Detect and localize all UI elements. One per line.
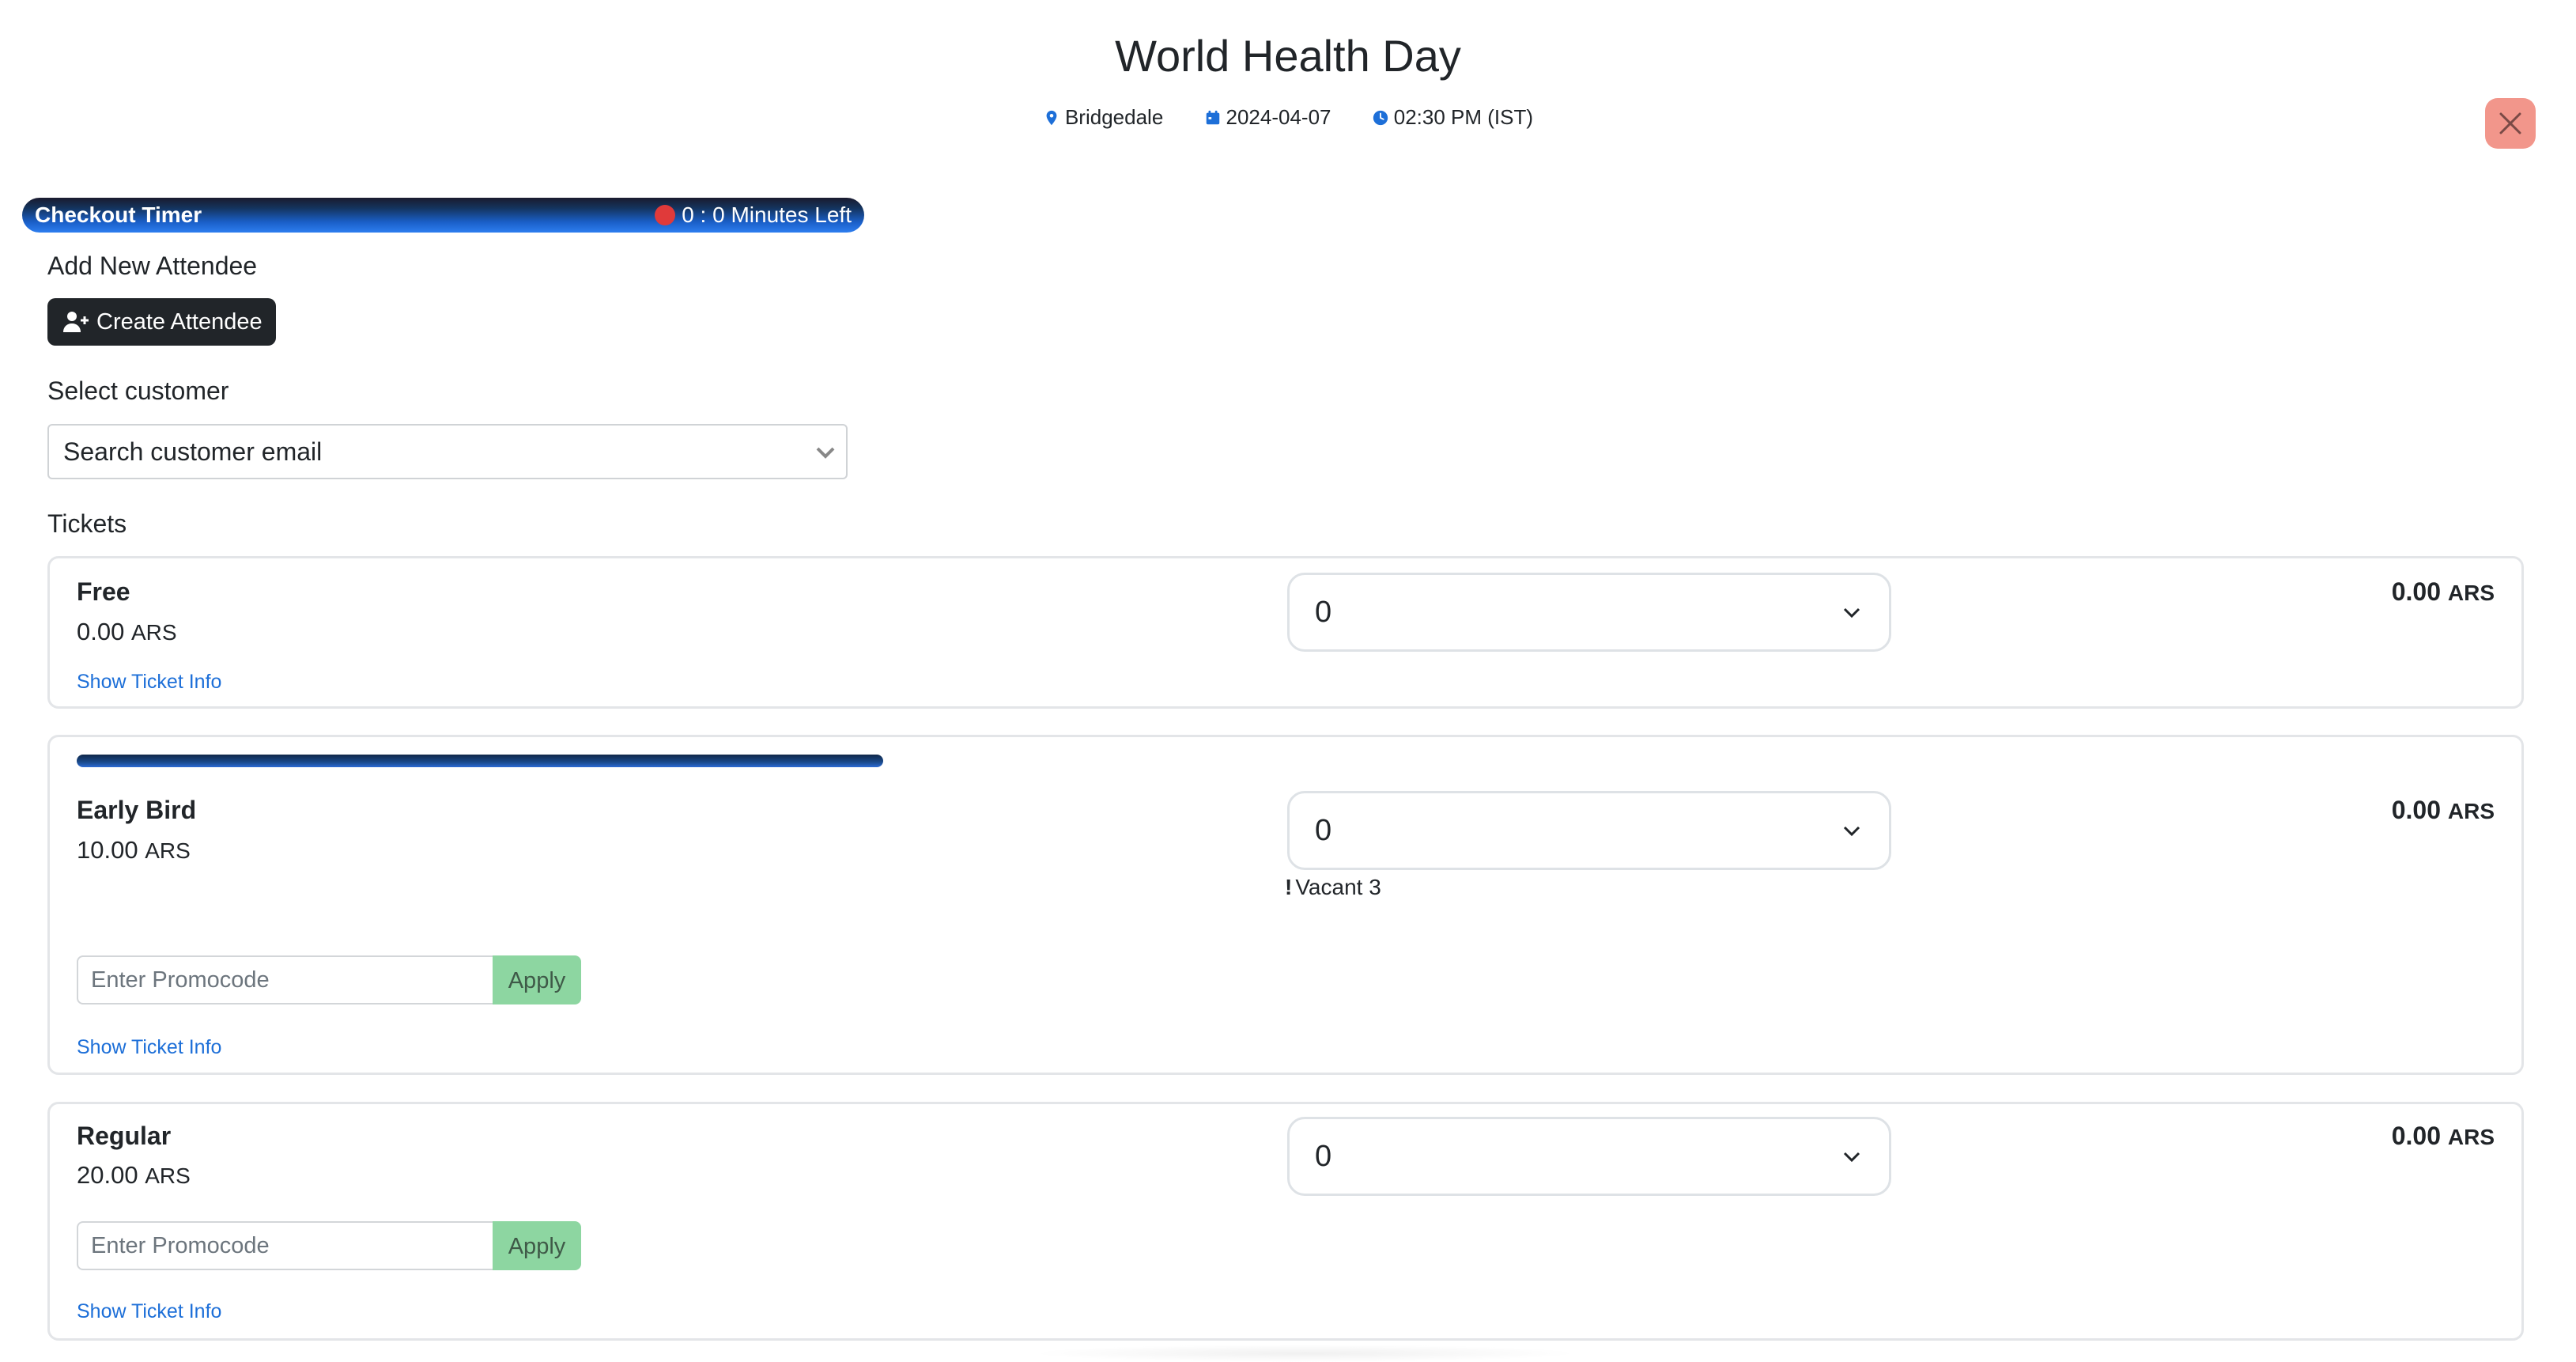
event-date-text: 2024-04-07 — [1226, 105, 1331, 130]
ticket-total: 0.00 ARS — [2392, 794, 2495, 827]
event-header: World Health Day Bridgedale 2024-04-07 0… — [0, 0, 2576, 158]
chevron-down-icon — [1843, 607, 1860, 619]
promocode-group: Enter Promocode Apply — [77, 955, 581, 1004]
show-ticket-info-link[interactable]: Show Ticket Info — [77, 1299, 221, 1324]
clock-icon — [1373, 110, 1388, 126]
apply-promocode-button[interactable]: Apply — [493, 955, 581, 1004]
ticket-total-value: 0.00 — [2391, 1122, 2441, 1150]
ticket-total-currency: ARS — [2447, 799, 2495, 823]
ticket-total-value: 0.00 — [2391, 577, 2441, 606]
ticket-vacant-text: Vacant 3 — [1295, 875, 1381, 899]
ticket-card-regular: Regular 20.00 ARS 0 0.00 ARS Enter Promo… — [47, 1102, 2524, 1341]
create-attendee-button[interactable]: Create Attendee — [47, 298, 276, 346]
ticket-quantity-value: 0 — [1315, 814, 1332, 847]
checkout-timer: Checkout Timer 0 : 0 Minutes Left — [22, 198, 864, 233]
close-button[interactable] — [2485, 98, 2536, 149]
ticket-price-value: 0.00 — [77, 618, 125, 645]
checkout-timer-remaining-wrap: 0 : 0 Minutes Left — [655, 198, 852, 233]
timer-alert-icon — [655, 205, 676, 225]
ticket-price: 10.00 ARS — [77, 834, 191, 867]
ticket-vacant-notice: ! Vacant 3 — [1285, 873, 1381, 902]
ticket-price-value: 10.00 — [77, 836, 138, 864]
ticket-price-currency: ARS — [145, 838, 191, 863]
chevron-down-icon — [1843, 1152, 1860, 1163]
customer-search-placeholder: Search customer email — [63, 437, 323, 466]
ticket-total-currency: ARS — [2447, 1125, 2495, 1149]
ticket-quantity-value: 0 — [1315, 1140, 1332, 1173]
create-attendee-label: Create Attendee — [96, 308, 263, 335]
ticket-quantity-select[interactable]: 0 — [1287, 1117, 1891, 1196]
chevron-down-icon — [816, 447, 835, 459]
ticket-quantity-select[interactable]: 0 — [1287, 573, 1891, 652]
ticket-name: Regular — [77, 1122, 172, 1150]
ticket-price-value: 20.00 — [77, 1161, 138, 1189]
warning-icon: ! — [1285, 875, 1293, 899]
ticket-quantity-value: 0 — [1315, 596, 1332, 629]
event-time: 02:30 PM (IST) — [1372, 103, 1533, 131]
select-customer-heading: Select customer — [47, 376, 229, 405]
show-ticket-info-link[interactable]: Show Ticket Info — [77, 1035, 221, 1060]
tickets-heading: Tickets — [47, 509, 127, 538]
checkout-timer-label: Checkout Timer — [35, 202, 202, 227]
ticket-price: 0.00 ARS — [77, 616, 177, 649]
bottom-shadow — [1028, 1345, 1581, 1362]
event-date: 2024-04-07 — [1204, 103, 1331, 131]
ticket-price-currency: ARS — [145, 1163, 191, 1188]
calendar-icon — [1206, 110, 1219, 125]
promocode-input[interactable]: Enter Promocode — [77, 1221, 494, 1270]
checkout-timer-remaining: 0 : 0 Minutes Left — [682, 202, 852, 227]
ticket-price-currency: ARS — [130, 620, 177, 645]
event-meta: Bridgedale 2024-04-07 02:30 PM (IST) — [0, 101, 2576, 131]
event-title: World Health Day — [1115, 31, 1461, 81]
event-time-text: 02:30 PM (IST) — [1393, 105, 1534, 130]
ticket-price: 20.00 ARS — [77, 1160, 191, 1192]
promocode-input[interactable]: Enter Promocode — [77, 955, 494, 1004]
ticket-availability-bar — [77, 755, 883, 767]
ticket-total-value: 0.00 — [2391, 796, 2441, 824]
apply-promocode-button[interactable]: Apply — [493, 1221, 581, 1270]
ticket-name: Early Bird — [77, 796, 197, 824]
map-pin-icon — [1046, 110, 1057, 126]
add-attendee-heading: Add New Attendee — [47, 252, 258, 280]
close-icon — [2499, 112, 2521, 134]
ticket-total-currency: ARS — [2447, 581, 2495, 605]
user-plus-icon — [63, 312, 89, 332]
event-location-text: Bridgedale — [1064, 105, 1164, 130]
ticket-card-early-bird: Early Bird 10.00 ARS 0 ! Vacant 3 0.00 AR… — [47, 735, 2524, 1075]
ticket-card-free: Free 0.00 ARS Show Ticket Info 0 0.00 AR… — [47, 556, 2524, 709]
promocode-group: Enter Promocode Apply — [77, 1221, 581, 1270]
ticket-name: Free — [77, 577, 130, 606]
event-location: Bridgedale — [1043, 103, 1163, 131]
customer-search-select[interactable]: Search customer email — [47, 424, 848, 479]
chevron-down-icon — [1843, 826, 1860, 837]
show-ticket-info-link[interactable]: Show Ticket Info — [77, 669, 221, 694]
ticket-quantity-select[interactable]: 0 — [1287, 791, 1891, 870]
ticket-total: 0.00 ARS — [2392, 1120, 2495, 1153]
ticket-total: 0.00 ARS — [2392, 576, 2495, 609]
